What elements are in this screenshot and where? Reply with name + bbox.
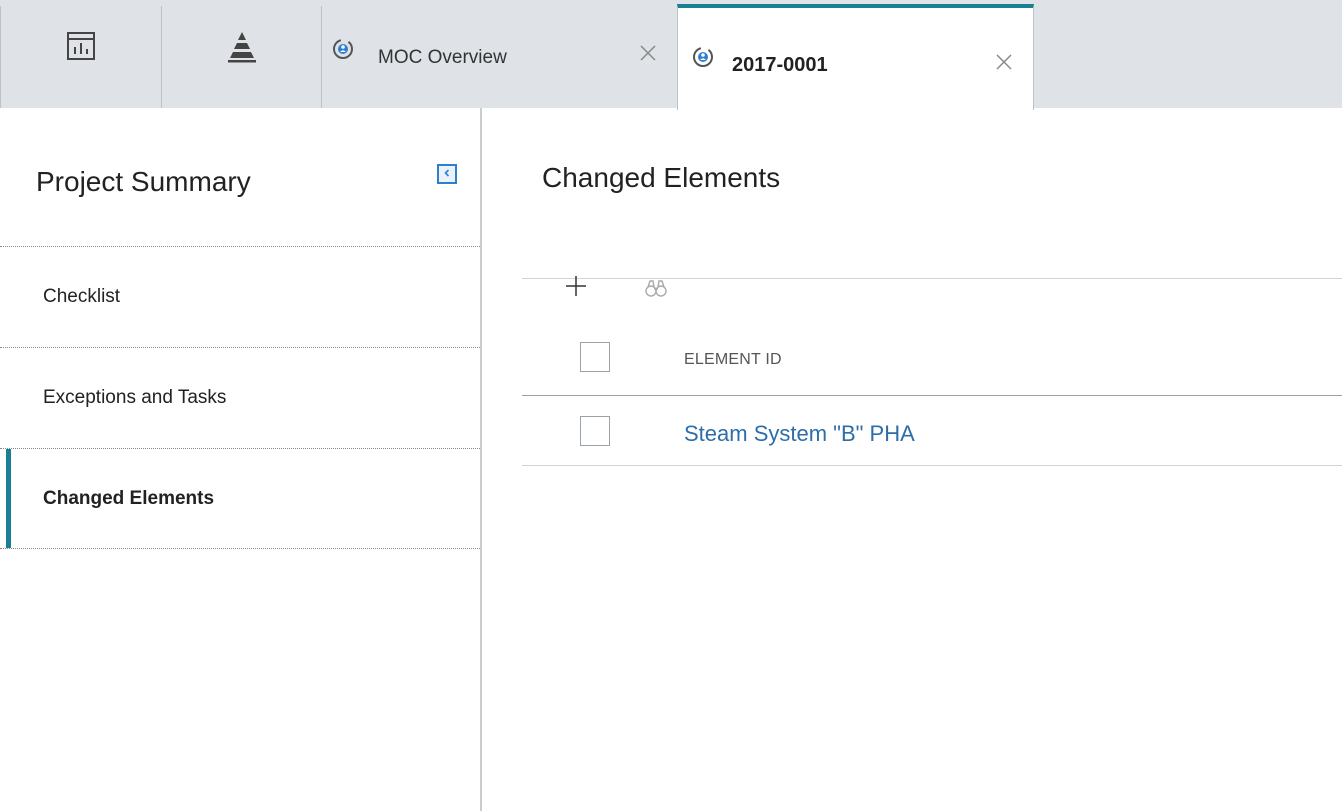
- table-row-divider: [522, 465, 1342, 466]
- sidebar-title: Project Summary: [36, 166, 251, 197]
- select-all-checkbox[interactable]: [580, 342, 610, 372]
- collapse-sidebar-button[interactable]: [437, 164, 457, 184]
- sidebar-nav: Checklist Exceptions and Tasks Changed E…: [0, 246, 480, 549]
- sidebar-item-changed-elements[interactable]: Changed Elements: [0, 448, 480, 549]
- chevron-left-icon: [442, 165, 452, 183]
- sidebar-item-exceptions-and-tasks[interactable]: Exceptions and Tasks: [0, 347, 480, 448]
- pyramid-icon: [226, 30, 258, 69]
- sidebar-item-label: Changed Elements: [43, 487, 215, 509]
- moc-cycle-icon: [692, 46, 714, 68]
- table-row-element-link[interactable]: Steam System "B" PHA: [684, 421, 915, 447]
- sidebar-item-label: Checklist: [43, 286, 121, 307]
- sidebar: Project Summary Checklist Exceptions and…: [0, 108, 482, 811]
- page-title: Changed Elements: [542, 162, 781, 193]
- add-icon[interactable]: [564, 274, 588, 298]
- table-header-divider: [522, 395, 1342, 396]
- dashboard-chart-icon: [65, 30, 97, 67]
- tab-bar: MOC Overview 2017-0001: [0, 0, 1342, 110]
- tab-bar-empty-area: [1034, 6, 1342, 108]
- close-icon[interactable]: [639, 44, 657, 62]
- row-checkbox[interactable]: [580, 416, 610, 446]
- sidebar-item-checklist[interactable]: Checklist: [0, 246, 480, 347]
- binoculars-icon[interactable]: [644, 278, 668, 298]
- tab-pyramid[interactable]: [162, 6, 322, 108]
- close-icon[interactable]: [995, 53, 1013, 71]
- column-header-element-id[interactable]: ELEMENT ID: [684, 351, 782, 369]
- tab-label: MOC Overview: [378, 47, 507, 68]
- sidebar-item-label: Exceptions and Tasks: [43, 387, 227, 408]
- tab-dashboard[interactable]: [0, 6, 162, 108]
- tab-label: 2017-0001: [732, 54, 828, 76]
- main-content: Changed Elements ELEMENT ID Steam System…: [484, 108, 1342, 811]
- moc-cycle-icon: [332, 38, 354, 60]
- tab-2017-0001[interactable]: 2017-0001: [677, 4, 1034, 110]
- tab-moc-overview[interactable]: MOC Overview: [322, 6, 677, 108]
